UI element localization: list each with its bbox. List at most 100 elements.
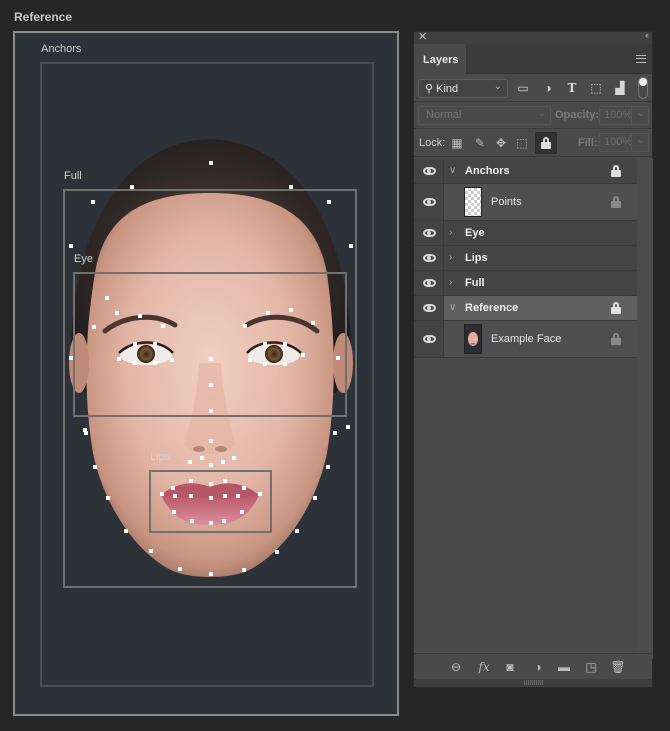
anchor-point <box>243 324 247 328</box>
chevron-down-icon[interactable]: ∨ <box>449 165 456 176</box>
layer-name: Full <box>465 277 485 289</box>
anchor-point <box>209 383 213 387</box>
new-layer-icon[interactable]: ◳ <box>583 659 599 675</box>
visibility-eye-icon[interactable] <box>423 335 436 343</box>
fx-icon[interactable]: fx <box>476 659 492 675</box>
anchor-point <box>346 425 350 429</box>
chevron-down-icon: ⌄ <box>636 135 645 146</box>
collapse-icon[interactable]: ‹‹ <box>645 30 649 40</box>
panel-menu-icon[interactable] <box>636 55 646 63</box>
anchor-point <box>349 244 353 248</box>
smart-object-filter-icon[interactable]: ▟ <box>613 81 627 95</box>
shape-filter-icon[interactable]: ⬚ <box>589 81 603 95</box>
visibility-eye-icon[interactable] <box>423 304 436 312</box>
visibility-eye-icon[interactable] <box>423 198 436 206</box>
new-group-icon[interactable]: ▬ <box>556 659 572 675</box>
anchor-point <box>117 357 121 361</box>
layer-points[interactable]: Points <box>414 184 637 221</box>
anchor-points <box>69 161 353 576</box>
anchor-point <box>263 362 267 366</box>
opacity-field[interactable]: 100% ⌄ <box>599 106 649 125</box>
kind-filter-select[interactable]: ⚲ Kind ⌄ <box>418 79 508 98</box>
visibility-eye-icon[interactable] <box>423 254 436 262</box>
layer-name: Eye <box>465 227 485 239</box>
lock-icon <box>611 196 621 208</box>
panel-resize-grip[interactable] <box>414 679 652 687</box>
lock-all-button[interactable] <box>535 132 557 154</box>
blend-mode-value: Normal <box>426 109 462 121</box>
anchor-point <box>161 324 165 328</box>
layer-anchors[interactable]: ∨ Anchors <box>414 159 637 184</box>
add-mask-icon[interactable]: ◙ <box>502 659 518 675</box>
anchor-point <box>295 529 299 533</box>
layer-name: Example Face <box>491 333 562 345</box>
chevron-right-icon[interactable]: › <box>449 252 452 263</box>
anchor-point <box>160 492 164 496</box>
lock-row: Lock: ▦ ✎ ✥ ⬚ Fill: 100% ⌄ <box>414 129 652 157</box>
layers-panel: ✕ ‹‹ Layers ⚲ Kind ⌄ ▭ ◑ T ⬚ ▟ Normal ⌄ <box>413 30 653 688</box>
anchor-point <box>69 244 73 248</box>
lock-icon <box>541 137 551 149</box>
layer-example-face[interactable]: Example Face <box>414 321 637 358</box>
layer-full[interactable]: › Full <box>414 271 637 296</box>
anchor-point <box>115 311 119 315</box>
anchor-point <box>209 439 213 443</box>
tab-layers[interactable]: Layers <box>414 44 466 74</box>
anchor-point <box>209 496 213 500</box>
delete-icon[interactable]: 🗑 <box>610 659 626 675</box>
anchor-point <box>84 431 88 435</box>
filter-toggle[interactable] <box>638 77 648 99</box>
anchor-point <box>258 492 262 496</box>
anchor-point <box>93 465 97 469</box>
lock-position-icon[interactable]: ✥ <box>493 135 509 151</box>
filter-row: ⚲ Kind ⌄ ▭ ◑ T ⬚ ▟ <box>414 74 652 102</box>
chevron-right-icon[interactable]: › <box>449 277 452 288</box>
anchor-point <box>92 325 96 329</box>
layers-list: ∨ Anchors Points › Eye › Lips › Full ∨ R… <box>414 159 637 358</box>
blend-mode-select[interactable]: Normal ⌄ <box>418 106 551 125</box>
anchor-point <box>266 311 270 315</box>
fill-label: Fill: <box>578 137 598 149</box>
panel-tabbar: Layers <box>414 44 652 74</box>
anchor-point <box>240 510 244 514</box>
fill-field[interactable]: 100% ⌄ <box>599 133 649 152</box>
visibility-eye-icon[interactable] <box>423 279 436 287</box>
anchor-point <box>106 496 110 500</box>
anchor-point <box>133 361 137 365</box>
anchor-point <box>91 200 95 204</box>
chevron-right-icon[interactable]: › <box>449 227 452 238</box>
artboard-title: Reference <box>14 10 73 24</box>
anchor-point <box>289 308 293 312</box>
adjustment-layer-icon[interactable]: ◑ <box>530 659 546 675</box>
chevron-down-icon: ⌄ <box>493 81 502 92</box>
lock-image-pixels-icon[interactable]: ✎ <box>472 135 488 151</box>
anchor-point <box>153 361 157 365</box>
lock-icon <box>611 165 621 177</box>
lock-transparent-pixels-icon[interactable]: ▦ <box>449 135 465 151</box>
chevron-down-icon[interactable]: ∨ <box>449 302 456 313</box>
reference-artboard[interactable]: Anchors Full Eye Lips <box>13 31 399 716</box>
anchor-point <box>242 568 246 572</box>
layer-name: Lips <box>465 252 488 264</box>
anchor-point <box>138 314 142 318</box>
chevron-down-icon: ⌄ <box>636 108 645 119</box>
panel-header: ✕ ‹‹ <box>414 30 652 44</box>
layers-scrollbar[interactable] <box>637 159 653 659</box>
layer-lips[interactable]: › Lips <box>414 246 637 271</box>
visibility-eye-icon[interactable] <box>423 229 436 237</box>
lock-artboard-icon[interactable]: ⬚ <box>514 135 530 151</box>
lock-label: Lock: <box>419 137 446 149</box>
close-icon[interactable]: ✕ <box>418 30 427 43</box>
adjustment-filter-icon[interactable]: ◑ <box>541 81 555 95</box>
anchor-point <box>301 353 305 357</box>
image-filter-icon[interactable]: ▭ <box>516 81 530 95</box>
visibility-eye-icon[interactable] <box>423 167 436 175</box>
type-filter-icon[interactable]: T <box>565 81 579 95</box>
layer-reference[interactable]: ∨ Reference <box>414 296 637 321</box>
link-layers-icon[interactable]: ⊖ <box>448 659 464 675</box>
layer-eye[interactable]: › Eye <box>414 221 637 246</box>
anchor-point <box>172 510 176 514</box>
opacity-label: Opacity: <box>555 109 600 121</box>
anchor-point <box>209 482 213 486</box>
chevron-down-icon: ⌄ <box>537 108 546 119</box>
